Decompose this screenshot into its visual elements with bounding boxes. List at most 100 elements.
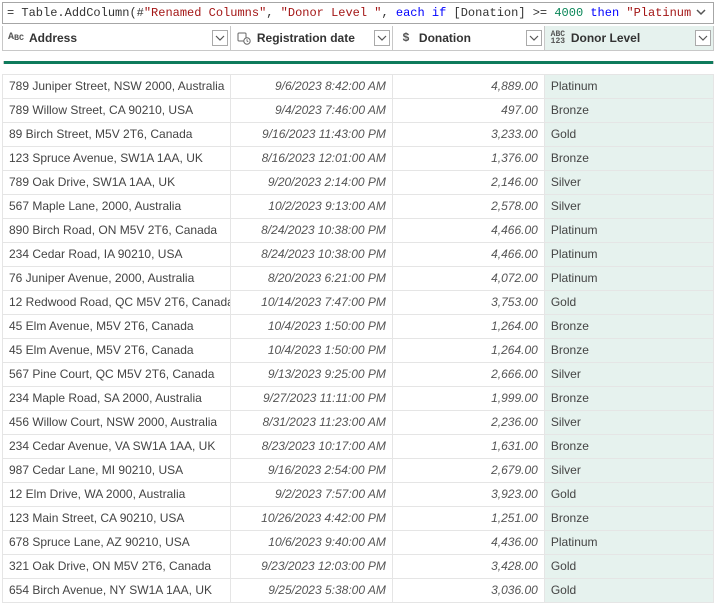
cell-donor-level[interactable]: Bronze [544,314,713,338]
cell-donor-level[interactable]: Platinum [544,266,713,290]
cell-registration-date[interactable]: 8/20/2023 6:21:00 PM [230,266,392,290]
cell-donor-level[interactable]: Bronze [544,434,713,458]
table-row[interactable]: 456 Willow Court, NSW 2000, Australia8/3… [3,410,714,434]
cell-donor-level[interactable]: Bronze [544,338,713,362]
cell-address[interactable]: 890 Birch Road, ON M5V 2T6, Canada [3,218,231,242]
cell-address[interactable]: 45 Elm Avenue, M5V 2T6, Canada [3,314,231,338]
cell-donor-level[interactable]: Gold [544,482,713,506]
cell-registration-date[interactable]: 9/25/2023 5:38:00 AM [230,578,392,602]
cell-donation[interactable]: 1,376.00 [392,146,544,170]
cell-donation[interactable]: 2,578.00 [392,194,544,218]
table-row[interactable]: 234 Cedar Road, IA 90210, USA8/24/2023 1… [3,242,714,266]
column-header-donor-level[interactable]: ABC123 Donor Level [544,26,713,50]
table-row[interactable]: 789 Willow Street, CA 90210, USA9/4/2023… [3,98,714,122]
cell-address[interactable]: 321 Oak Drive, ON M5V 2T6, Canada [3,554,231,578]
cell-address[interactable]: 789 Willow Street, CA 90210, USA [3,98,231,122]
cell-donor-level[interactable]: Bronze [544,506,713,530]
cell-address[interactable]: 567 Pine Court, QC M5V 2T6, Canada [3,362,231,386]
table-row[interactable]: 76 Juniper Avenue, 2000, Australia8/20/2… [3,266,714,290]
cell-address[interactable]: 234 Cedar Road, IA 90210, USA [3,242,231,266]
cell-donation[interactable]: 4,466.00 [392,242,544,266]
cell-address[interactable]: 89 Birch Street, M5V 2T6, Canada [3,122,231,146]
cell-donor-level[interactable]: Gold [544,554,713,578]
cell-donation[interactable]: 4,466.00 [392,218,544,242]
column-header-registration-date[interactable]: Registration date [230,26,392,50]
table-row[interactable]: 321 Oak Drive, ON M5V 2T6, Canada9/23/20… [3,554,714,578]
cell-donor-level[interactable]: Gold [544,122,713,146]
table-row[interactable]: 234 Maple Road, SA 2000, Australia9/27/2… [3,386,714,410]
filter-dropdown-icon[interactable] [526,30,542,46]
column-header-address[interactable]: ABC Address [3,26,231,50]
cell-address[interactable]: 12 Redwood Road, QC M5V 2T6, Canada [3,290,231,314]
cell-registration-date[interactable]: 10/26/2023 4:42:00 PM [230,506,392,530]
cell-registration-date[interactable]: 8/31/2023 11:23:00 AM [230,410,392,434]
cell-donation[interactable]: 3,923.00 [392,482,544,506]
cell-address[interactable]: 456 Willow Court, NSW 2000, Australia [3,410,231,434]
cell-registration-date[interactable]: 9/16/2023 2:54:00 PM [230,458,392,482]
table-row[interactable]: 12 Elm Drive, WA 2000, Australia9/2/2023… [3,482,714,506]
cell-registration-date[interactable]: 10/4/2023 1:50:00 PM [230,338,392,362]
cell-registration-date[interactable]: 8/23/2023 10:17:00 AM [230,434,392,458]
table-row[interactable]: 678 Spruce Lane, AZ 90210, USA10/6/2023 … [3,530,714,554]
cell-donor-level[interactable]: Silver [544,410,713,434]
cell-address[interactable]: 654 Birch Avenue, NY SW1A 1AA, UK [3,578,231,602]
cell-donor-level[interactable]: Platinum [544,74,713,98]
cell-address[interactable]: 12 Elm Drive, WA 2000, Australia [3,482,231,506]
cell-registration-date[interactable]: 9/4/2023 7:46:00 AM [230,98,392,122]
table-row[interactable]: 567 Maple Lane, 2000, Australia10/2/2023… [3,194,714,218]
filter-dropdown-icon[interactable] [212,30,228,46]
cell-address[interactable]: 789 Oak Drive, SW1A 1AA, UK [3,170,231,194]
cell-address[interactable]: 789 Juniper Street, NSW 2000, Australia [3,74,231,98]
cell-registration-date[interactable]: 9/6/2023 8:42:00 AM [230,74,392,98]
cell-registration-date[interactable]: 9/16/2023 11:43:00 PM [230,122,392,146]
cell-registration-date[interactable]: 9/13/2023 9:25:00 PM [230,362,392,386]
cell-donation[interactable]: 2,666.00 [392,362,544,386]
table-row[interactable]: 12 Redwood Road, QC M5V 2T6, Canada10/14… [3,290,714,314]
table-row[interactable]: 654 Birch Avenue, NY SW1A 1AA, UK9/25/20… [3,578,714,602]
cell-registration-date[interactable]: 10/14/2023 7:47:00 PM [230,290,392,314]
table-row[interactable]: 789 Oak Drive, SW1A 1AA, UK9/20/2023 2:1… [3,170,714,194]
table-row[interactable]: 567 Pine Court, QC M5V 2T6, Canada9/13/2… [3,362,714,386]
cell-donation[interactable]: 4,889.00 [392,74,544,98]
cell-donation[interactable]: 497.00 [392,98,544,122]
cell-address[interactable]: 987 Cedar Lane, MI 90210, USA [3,458,231,482]
cell-donation[interactable]: 2,146.00 [392,170,544,194]
cell-registration-date[interactable]: 9/20/2023 2:14:00 PM [230,170,392,194]
cell-donor-level[interactable]: Platinum [544,218,713,242]
cell-donation[interactable]: 1,251.00 [392,506,544,530]
formula-text[interactable]: = Table.AddColumn(#"Renamed Columns", "D… [7,6,693,20]
cell-donation[interactable]: 3,233.00 [392,122,544,146]
cell-donation[interactable]: 2,679.00 [392,458,544,482]
cell-donation[interactable]: 3,753.00 [392,290,544,314]
table-row[interactable]: 987 Cedar Lane, MI 90210, USA9/16/2023 2… [3,458,714,482]
cell-address[interactable]: 234 Cedar Avenue, VA SW1A 1AA, UK [3,434,231,458]
cell-registration-date[interactable]: 9/23/2023 12:03:00 PM [230,554,392,578]
cell-donor-level[interactable]: Bronze [544,146,713,170]
table-row[interactable]: 123 Main Street, CA 90210, USA10/26/2023… [3,506,714,530]
cell-address[interactable]: 234 Maple Road, SA 2000, Australia [3,386,231,410]
filter-dropdown-icon[interactable] [695,30,711,46]
table-row[interactable]: 789 Juniper Street, NSW 2000, Australia9… [3,74,714,98]
cell-donation[interactable]: 4,072.00 [392,266,544,290]
cell-registration-date[interactable]: 8/24/2023 10:38:00 PM [230,242,392,266]
cell-address[interactable]: 76 Juniper Avenue, 2000, Australia [3,266,231,290]
formula-expand-button[interactable] [693,6,709,21]
cell-registration-date[interactable]: 8/24/2023 10:38:00 PM [230,218,392,242]
table-row[interactable]: 890 Birch Road, ON M5V 2T6, Canada8/24/2… [3,218,714,242]
cell-donor-level[interactable]: Gold [544,578,713,602]
cell-registration-date[interactable]: 9/27/2023 11:11:00 PM [230,386,392,410]
cell-registration-date[interactable]: 8/16/2023 12:01:00 AM [230,146,392,170]
cell-registration-date[interactable]: 9/2/2023 7:57:00 AM [230,482,392,506]
cell-donor-level[interactable]: Silver [544,170,713,194]
cell-donation[interactable]: 1,631.00 [392,434,544,458]
cell-donor-level[interactable]: Silver [544,458,713,482]
cell-donor-level[interactable]: Silver [544,362,713,386]
cell-address[interactable]: 567 Maple Lane, 2000, Australia [3,194,231,218]
cell-address[interactable]: 123 Spruce Avenue, SW1A 1AA, UK [3,146,231,170]
table-row[interactable]: 89 Birch Street, M5V 2T6, Canada9/16/202… [3,122,714,146]
table-row[interactable]: 45 Elm Avenue, M5V 2T6, Canada10/4/2023 … [3,338,714,362]
formula-bar[interactable]: = Table.AddColumn(#"Renamed Columns", "D… [2,2,714,24]
cell-registration-date[interactable]: 10/6/2023 9:40:00 AM [230,530,392,554]
cell-donor-level[interactable]: Platinum [544,242,713,266]
cell-donation[interactable]: 4,436.00 [392,530,544,554]
